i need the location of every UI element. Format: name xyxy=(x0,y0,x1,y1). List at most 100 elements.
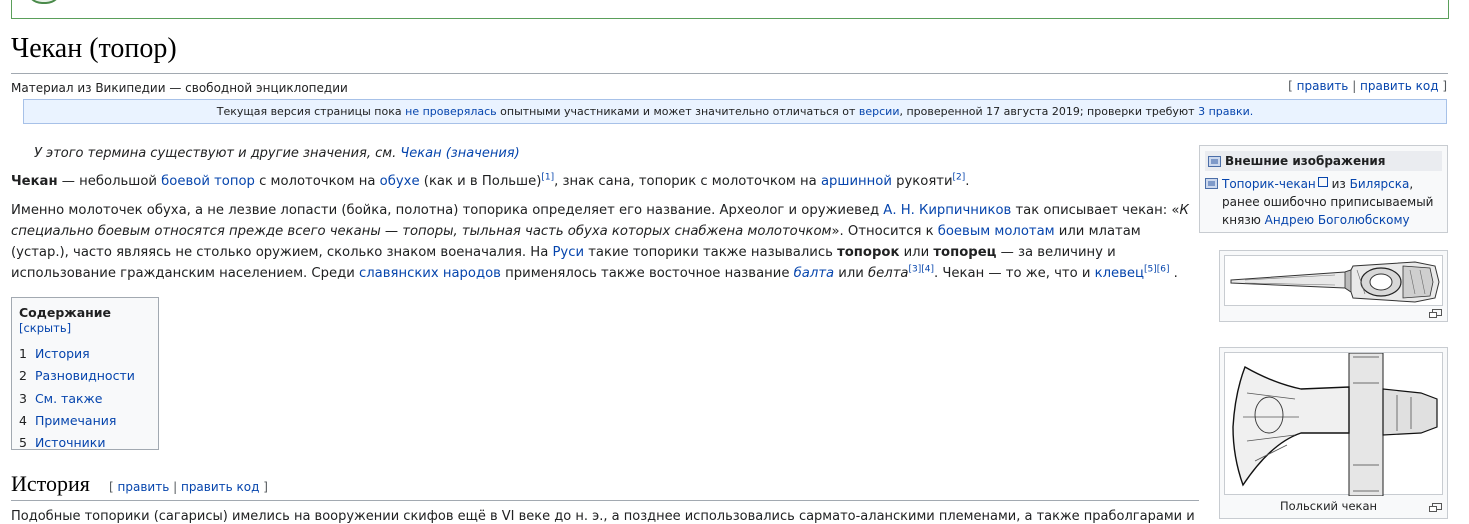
polish-chekan-image[interactable] xyxy=(1224,352,1443,497)
flagged-revision-notice: Текущая версия страницы пока не проверял… xyxy=(23,99,1447,124)
enlarge-icon[interactable] xyxy=(1429,503,1442,512)
wiki-link[interactable]: боевым молотам xyxy=(938,224,1055,239)
section-edit-link[interactable]: править xyxy=(118,480,170,494)
intro-paragraph-2: Именно молоточек обуха, а не лезвие лопа… xyxy=(11,200,1199,284)
reference-link[interactable]: [3][4] xyxy=(909,265,935,275)
toc-item: 4 Примечания xyxy=(19,410,151,432)
flagged-pending-edits-link[interactable]: 3 правки. xyxy=(1198,105,1253,118)
separator: | xyxy=(173,480,178,494)
external-images-box: Внешние изображения Топорик-чекан из Бил… xyxy=(1199,145,1448,233)
flagged-text-post: , проверенной 17 августа 2019; проверки … xyxy=(899,105,1195,118)
edit-code-link[interactable]: править код xyxy=(1360,79,1438,93)
images-icon xyxy=(1208,155,1221,167)
toc-item-number: 1 xyxy=(19,346,27,361)
toc-item: 3 См. также xyxy=(19,388,151,410)
bracket-open: [ xyxy=(109,480,114,494)
andrey-bogolyubsky-link[interactable]: Андрею Боголюбскому xyxy=(1265,213,1410,227)
wiki-link[interactable]: клевец xyxy=(1095,266,1144,281)
wiki-link[interactable]: боевой топор xyxy=(161,174,255,189)
intro-paragraph-1: Чекан — небольшой боевой топор с молоточ… xyxy=(11,171,1199,192)
reference-sup: [1] xyxy=(541,173,554,183)
toc-item: 1 История xyxy=(19,343,151,365)
reference-sup: [5][6] xyxy=(1144,265,1170,275)
history-paragraph: Подобные топорики (сагарисы) имелись на … xyxy=(11,509,1199,524)
section-edit-code-link[interactable]: править код xyxy=(181,480,259,494)
hatnote-disambiguation-link[interactable]: Чекан (значения) xyxy=(400,146,519,161)
wiki-link[interactable]: обухе xyxy=(380,174,420,189)
hatnote: У этого термина существуют и другие знач… xyxy=(34,146,520,161)
toc-item-link[interactable]: Примечания xyxy=(35,413,116,428)
external-images-title: Внешние изображения xyxy=(1225,154,1386,168)
text-run: Именно молоточек обуха, а не лезвие лопа… xyxy=(11,203,884,218)
toc-item: 2 Разновидности xyxy=(19,365,151,387)
flagged-text-mid: опытными участниками и может значительно… xyxy=(500,105,856,118)
text-run: или xyxy=(899,245,934,260)
toc-item-link[interactable]: Разновидности xyxy=(35,368,135,383)
toc-hide-toggle[interactable]: [скрыть] xyxy=(19,321,71,335)
bold-term: топорец xyxy=(933,245,997,260)
text-run: (как и в Польше) xyxy=(419,174,542,189)
flagged-version-link[interactable]: версии xyxy=(859,105,900,118)
bold-term: Чекан xyxy=(11,174,58,189)
text-run: применялось также восточное название xyxy=(500,266,794,281)
wiki-link[interactable]: А. Н. Кирпичников xyxy=(883,203,1011,218)
toc-item-link[interactable]: См. также xyxy=(35,391,103,406)
text-run: . xyxy=(965,174,970,189)
text-run: с молоточком на xyxy=(254,174,380,189)
banner-logo-icon xyxy=(26,0,62,4)
thumb-caption-polish-chekan: Польский чекан xyxy=(1280,499,1378,513)
axe-top-image[interactable] xyxy=(1224,255,1443,306)
text-run: . xyxy=(1169,266,1178,281)
text-run: белта xyxy=(868,266,909,281)
flagged-unreviewed-link[interactable]: не проверялась xyxy=(405,105,497,118)
text-run: рукояти xyxy=(891,174,953,189)
toc-item: 5 Источники xyxy=(19,432,151,454)
text-run: или xyxy=(834,266,869,281)
toc-title: Содержание xyxy=(19,305,112,320)
toc-item-link[interactable]: Источники xyxy=(35,435,106,450)
enlarge-icon[interactable] xyxy=(1429,309,1442,318)
polish-chekan-drawing xyxy=(1232,352,1438,497)
text-run: так описывает чекан: « xyxy=(1011,203,1180,218)
section-divider xyxy=(11,500,1199,501)
toc-item-number: 5 xyxy=(19,435,27,451)
wiki-link[interactable]: аршинной xyxy=(821,174,892,189)
section-edit-links: [ править | править код ] xyxy=(109,480,268,494)
hatnote-text: У этого термина существуют и другие знач… xyxy=(34,146,397,161)
site-tagline: Материал из Википедии — свободной энцикл… xyxy=(11,81,348,95)
edit-link[interactable]: править xyxy=(1297,79,1349,93)
reference-link[interactable]: [1] xyxy=(541,173,554,183)
top-banner xyxy=(11,0,1449,19)
table-of-contents: Содержание [скрыть] 1 История 2 Разновиднос… xyxy=(11,297,159,450)
wiki-link[interactable]: славянских народов xyxy=(359,266,501,281)
wiki-link[interactable]: балта xyxy=(794,266,834,281)
image-icon xyxy=(1205,178,1218,189)
text-run: ». Относится к xyxy=(831,224,938,239)
text-run: — небольшой xyxy=(57,174,162,189)
text-run: , знак сана, топорик с молоточком на xyxy=(554,174,821,189)
page-title: Чекан (топор) xyxy=(11,33,177,64)
thumbnail-axe-top xyxy=(1219,250,1448,322)
text-run: такие топорики также назывались xyxy=(584,245,838,260)
external-image-link[interactable]: Топорик-чекан xyxy=(1222,177,1316,191)
bold-term: топорок xyxy=(837,245,900,260)
toc-item-number: 3 xyxy=(19,390,27,406)
bracket-close: ] xyxy=(263,480,268,494)
reference-sup: [2] xyxy=(953,173,966,183)
text-run: . Чекан — то же, что и xyxy=(934,266,1095,281)
reference-link[interactable]: [5][6] xyxy=(1144,265,1170,275)
bilyarsk-link[interactable]: Билярска xyxy=(1350,177,1410,191)
external-link-icon xyxy=(1317,177,1328,187)
toc-list: 1 История 2 Разновидности 3 См. также 4 Примеча… xyxy=(19,343,151,454)
reference-link[interactable]: [2] xyxy=(953,173,966,183)
wiki-link[interactable]: Руси xyxy=(552,245,584,260)
axe-top-drawing xyxy=(1230,261,1440,303)
external-image-entry: Топорик-чекан из Билярска, ранее ошибочн… xyxy=(1205,175,1442,229)
external-image-text: Топорик-чекан из Билярска, ранее ошибочн… xyxy=(1222,175,1442,229)
section-heading-history: История xyxy=(11,471,90,496)
external-images-header: Внешние изображения xyxy=(1205,151,1442,171)
toc-item-link[interactable]: История xyxy=(35,346,90,361)
flagged-text-pre: Текущая версия страницы пока xyxy=(216,105,402,118)
article-content: Чекан — небольшой боевой топор с молоточ… xyxy=(11,171,1199,292)
thumbnail-polish-chekan: Польский чекан xyxy=(1219,347,1448,519)
